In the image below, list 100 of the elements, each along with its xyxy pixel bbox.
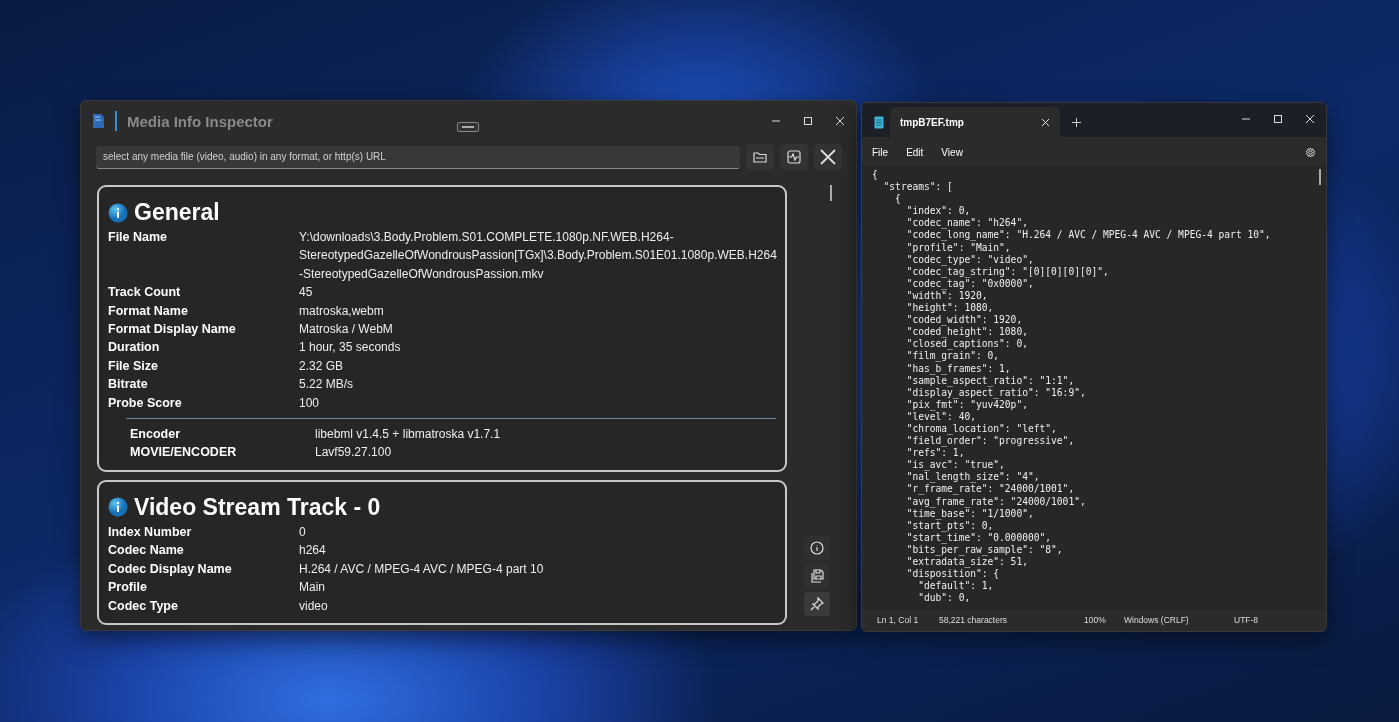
new-tab-icon[interactable] <box>1072 118 1081 127</box>
property-value: H.264 / AVC / MPEG-4 AVC / MPEG-4 part 10 <box>299 560 545 578</box>
property-label: Codec Type <box>108 597 179 615</box>
app-logo-icon <box>91 113 105 129</box>
code-line: "field_order": "progressive", <box>905 435 1076 448</box>
save-icon <box>809 568 825 584</box>
property-label: Track Count <box>108 284 182 302</box>
property-label: Index Number <box>108 523 193 541</box>
status-text: UTF-8 <box>1234 615 1260 625</box>
property-label: Format Name <box>108 302 189 320</box>
property-label: Profile <box>108 579 148 597</box>
window-title: Media Info Inspector <box>127 112 273 130</box>
code-line: "codec_tag_string": "[0][0][0][0]", <box>905 265 1110 278</box>
menu-item[interactable]: File <box>872 146 889 158</box>
menu-item[interactable]: Edit <box>906 146 924 158</box>
info-button[interactable] <box>804 536 830 560</box>
status-text: Ln 1, Col 1 <box>877 615 920 625</box>
code-line: "avg_frame_rate": "24000/1001", <box>905 495 1087 508</box>
code-line: "profile": "Main", <box>905 241 1012 254</box>
property-value: h264 <box>299 542 327 560</box>
save-copy-button[interactable] <box>804 564 830 588</box>
property-value: 45 <box>299 284 314 302</box>
code-line: "is_avc": "true", <box>905 459 1006 472</box>
property-label: Probe Score <box>108 394 183 412</box>
drag-handle[interactable] <box>457 122 479 132</box>
code-line: "chroma_location": "left", <box>905 422 1058 436</box>
status-text: 58,221 characters <box>939 615 1009 625</box>
property-value: video <box>299 597 329 615</box>
tag-label: MOVIE/ENCODER <box>130 444 238 462</box>
code-line: "height": 1080, <box>905 302 995 315</box>
notepad-icon <box>874 116 884 129</box>
status-text: 100% <box>1084 615 1107 625</box>
tag-label: Encoder <box>130 426 181 444</box>
code-line: "codec_tag": "0x0000", <box>905 277 1035 290</box>
code-line: "index": 0, <box>905 205 972 218</box>
info-icon <box>809 540 825 556</box>
code-line: "default": 1, <box>917 580 995 593</box>
property-label: Format Display Name <box>108 321 237 339</box>
code-line: "closed_captions": 0, <box>905 338 1029 351</box>
code-line: "width": 1920, <box>905 289 989 303</box>
property-label: Codec Name <box>108 542 185 560</box>
section-title: Video Stream Track - 0 <box>134 493 381 521</box>
open-folder-button[interactable] <box>746 144 774 170</box>
property-value: 5.22 MB/s <box>299 376 355 394</box>
section-title: General <box>134 199 220 226</box>
close-icon <box>1305 114 1315 124</box>
property-value: 0 <box>299 523 307 541</box>
code-line: "disposition": { <box>905 568 1001 581</box>
property-value: Matroska / WebM <box>299 321 394 339</box>
code-line: "nal_length_size": "4", <box>905 471 1041 484</box>
code-line: "refs": 1, <box>905 447 966 460</box>
code-line: "dub": 0, <box>917 592 972 605</box>
property-label: File Size <box>108 357 160 375</box>
code-line: "extradata_size": 51, <box>905 556 1029 569</box>
code-line: "coded_height": 1080, <box>905 326 1029 339</box>
code-line: "coded_width": 1920, <box>905 314 1024 327</box>
info-icon <box>108 497 128 518</box>
maximize-icon <box>1273 114 1283 124</box>
property-value: Y:\downloads\3.Body.Problem.S01.COMPLETE.1080p.NF.WEB.H264-StereotypedGazelleOfWondrousPassion[TGx]\3.Body.Problem.S01E01.1080p.WEB.H264-StereotypedGazelleOfWondrousPassion.mkv <box>299 229 777 283</box>
url-input-field[interactable]: select any media file (video, audio) in any format, or http(s) URL <box>96 145 740 169</box>
settings-icon[interactable] <box>1305 146 1316 158</box>
code-line: "codec_type": "video", <box>905 253 1035 266</box>
maximize-icon <box>803 116 813 126</box>
property-label: Codec Display Name <box>108 560 233 578</box>
file-tab[interactable]: tmpB7EF.tmp <box>890 107 1060 137</box>
info-icon <box>108 202 128 223</box>
status-text: Windows (CRLF) <box>1124 615 1190 625</box>
code-line: "start_time": "0.000000", <box>905 531 1053 544</box>
code-line: "start_pts": 0, <box>905 519 995 532</box>
code-line: "has_b_frames": 1, <box>905 362 1012 375</box>
code-line: "film_grain": 0, <box>905 350 1001 363</box>
property-value: 1 hour, 35 seconds <box>299 339 402 357</box>
property-value: Main <box>299 579 326 597</box>
tag-value: Lavf59.27.100 <box>315 444 393 462</box>
property-label: Bitrate <box>108 376 149 394</box>
code-line: "pix_fmt": "yuv420p", <box>905 398 1028 411</box>
code-line: { <box>894 193 902 206</box>
menu-item[interactable]: View <box>941 146 963 158</box>
code-line: "time_base": "1/1000", <box>905 507 1035 520</box>
scrollbar-thumb[interactable] <box>830 185 832 201</box>
pin-button[interactable] <box>804 592 830 616</box>
waveform-icon <box>786 149 802 165</box>
code-line: "streams": [ <box>882 181 954 194</box>
folder-icon <box>752 149 768 165</box>
property-value: matroska,webm <box>299 302 385 320</box>
code-line: { <box>872 169 879 182</box>
close-icon <box>835 116 845 126</box>
property-label: File Name <box>108 229 169 246</box>
property-value: 2.32 GB <box>299 357 345 375</box>
property-label: Duration <box>108 339 161 357</box>
waveform-button[interactable] <box>780 144 808 170</box>
code-line: "display_aspect_ratio": "16:9", <box>905 386 1087 399</box>
pin-icon <box>809 596 825 612</box>
tag-value: libebml v1.4.5 + libmatroska v1.7.1 <box>315 426 502 444</box>
scrollbar-thumb[interactable] <box>1319 169 1321 185</box>
close-tab-icon[interactable] <box>1041 117 1050 127</box>
clear-button[interactable] <box>814 144 842 170</box>
property-value: 100 <box>299 394 321 412</box>
code-line: "sample_aspect_ratio": "1:1", <box>905 374 1076 387</box>
code-line: "codec_long_name": "H.264 / AVC / MPEG-4 AVC / MPEG-4 part 10", <box>905 229 1272 242</box>
